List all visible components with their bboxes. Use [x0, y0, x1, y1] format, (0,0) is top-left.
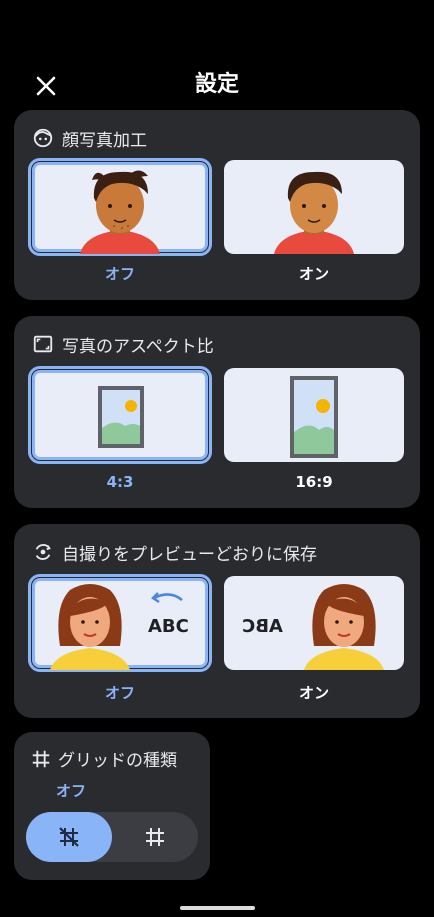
photo-frame-illustration: [290, 376, 338, 458]
man-portrait-illustration: [80, 170, 160, 254]
aspect-4-3-label: 4:3: [106, 473, 134, 491]
aspect-ratio-title: 写真のアスペクト比: [62, 336, 214, 357]
mirror-selfie-on-label: オン: [298, 684, 329, 702]
top-app-bar: 設定: [0, 60, 434, 108]
flip-camera-icon: [35, 544, 51, 560]
grid-icon: [146, 828, 164, 846]
grid-type-value: オフ: [56, 782, 87, 800]
face-retouch-off-label: オフ: [104, 265, 135, 283]
face-retouch-heading: 顔写真加工: [32, 126, 147, 151]
aspect-ratio-card: 写真のアスペクト比 4:3 16:9: [14, 316, 420, 508]
page-title: 設定: [194, 72, 239, 97]
face-retouch-icon: [33, 128, 53, 148]
aspect-4-3-option[interactable]: [28, 366, 212, 464]
mirror-selfie-card: 自撮りをプレビューどおりに保存 ABC オフ ABC オン: [14, 524, 420, 718]
grid-type-toggle: [26, 812, 198, 862]
aspect-ratio-icon: [33, 335, 53, 353]
grid-icon: [32, 750, 50, 767]
grid-off-button[interactable]: [26, 812, 112, 862]
aspect-16-9-option[interactable]: [224, 368, 404, 462]
photo-frame-illustration: [98, 386, 144, 448]
mirror-selfie-on-option[interactable]: ABC: [224, 576, 404, 670]
face-retouch-title: 顔写真加工: [62, 130, 147, 151]
aspect-16-9-label: 16:9: [295, 473, 333, 491]
grid-type-title: グリッドの種類: [58, 751, 177, 771]
grid-off-icon: [59, 827, 79, 847]
grid-on-button[interactable]: [112, 812, 198, 862]
mirror-selfie-title: 自撮りをプレビューどおりに保存: [62, 544, 317, 565]
grid-type-card: グリッドの種類 オフ: [14, 732, 210, 880]
aspect-ratio-heading: 写真のアスペクト比: [32, 332, 214, 357]
face-retouch-on-label: オン: [298, 265, 329, 283]
mirror-selfie-off-option[interactable]: ABC: [28, 574, 212, 672]
abc-mirrored-text: ABC: [242, 616, 283, 637]
grid-type-heading: グリッドの種類: [30, 746, 177, 771]
home-indicator: [180, 906, 255, 910]
face-retouch-card: 顔写真加工 オフ オン: [14, 110, 420, 300]
face-retouch-off-option[interactable]: [28, 158, 212, 256]
face-retouch-on-option[interactable]: [224, 160, 404, 254]
abc-sample-text: ABC: [148, 616, 189, 637]
mirror-selfie-heading: 自撮りをプレビューどおりに保存: [32, 540, 317, 565]
man-portrait-illustration: [274, 171, 354, 254]
mirror-selfie-off-label: オフ: [104, 684, 135, 702]
